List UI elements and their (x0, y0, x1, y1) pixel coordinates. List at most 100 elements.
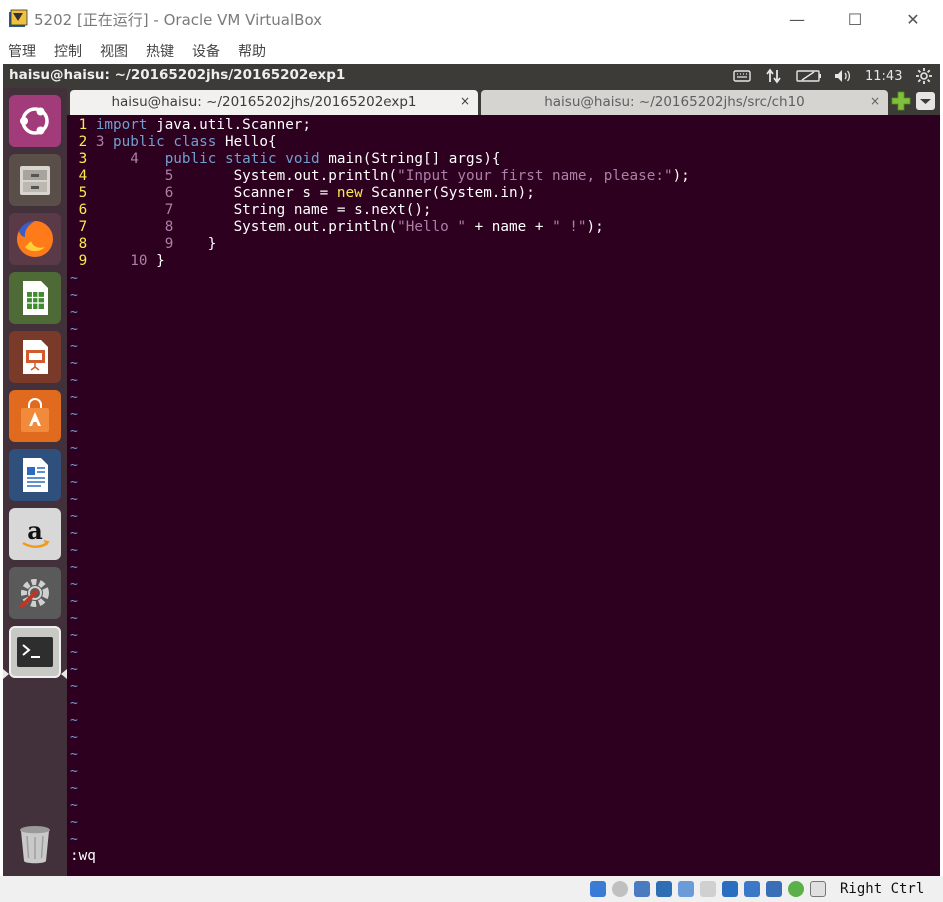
guest-display[interactable]: haisu@haisu: ~/20165202jhs/20165202exp1 … (3, 64, 940, 876)
guest-additions-icon[interactable] (788, 881, 804, 897)
new-tab-plus-icon[interactable] (891, 91, 911, 111)
code-line: 9 10 } (70, 253, 165, 270)
ubuntu-logo-icon (20, 107, 49, 135)
empty-line-marker: ~ (70, 441, 78, 456)
code-token: ); (586, 219, 604, 235)
code-token: 6 (95, 185, 234, 201)
code-token: String name = s.next(); (233, 202, 432, 218)
trash-launcher[interactable] (9, 818, 61, 870)
code-line: 3 4 public static void main(String[] arg… (70, 151, 501, 168)
tab-ch10-close-icon[interactable]: × (870, 94, 880, 108)
line-number: 8 (70, 236, 96, 252)
code-token: Scanner s = (233, 185, 337, 201)
audio-icon[interactable] (634, 881, 650, 897)
shared-folders-icon[interactable] (700, 881, 716, 897)
amazon-launcher[interactable]: a (9, 508, 61, 560)
empty-line-marker: ~ (70, 611, 78, 626)
empty-line-marker: ~ (70, 288, 78, 303)
virtualbox-statusbar: Right Ctrl (0, 876, 943, 902)
empty-line-marker: ~ (70, 815, 78, 830)
menu-devices[interactable]: 设备 (192, 41, 220, 61)
close-icon: ✕ (906, 9, 920, 29)
presentation-icon (23, 340, 48, 374)
cpu-icon[interactable] (766, 881, 782, 897)
code-token: } (199, 236, 217, 252)
code-token: 5 (95, 168, 234, 184)
empty-line-marker: ~ (70, 781, 78, 796)
empty-line-marker: ~ (70, 594, 78, 609)
files-launcher[interactable] (9, 154, 61, 206)
display-icon[interactable] (722, 881, 738, 897)
tab-ch10[interactable]: haisu@haisu: ~/20165202jhs/src/ch10 × (481, 90, 888, 115)
code-token: static (224, 151, 277, 167)
terminal-vim-buffer[interactable]: 1 import java.util.Scanner; 2 3 public c… (67, 115, 940, 876)
ubuntu-software-launcher[interactable] (9, 390, 61, 442)
code-line: 1 import java.util.Scanner; (70, 117, 311, 134)
optical-drive-icon[interactable] (612, 881, 628, 897)
usb-icon[interactable] (678, 881, 694, 897)
mouse-integration-icon[interactable] (810, 881, 826, 897)
hard-disk-icon[interactable] (590, 881, 606, 897)
spreadsheet-icon (23, 281, 48, 315)
system-settings-launcher[interactable] (9, 567, 61, 619)
code-token: void (285, 151, 320, 167)
battery-icon[interactable] (796, 67, 822, 85)
code-token: System.out.println( (233, 168, 398, 184)
empty-line-marker: ~ (70, 356, 78, 371)
maximize-button[interactable]: ☐ (826, 0, 884, 38)
empty-line-marker: ~ (70, 747, 78, 762)
shopping-bag-icon (21, 398, 49, 432)
empty-line-marker: ~ (70, 543, 78, 558)
code-token: " !" (552, 219, 587, 235)
code-token: Hello{ (216, 134, 277, 150)
libreoffice-impress-launcher[interactable] (9, 331, 61, 383)
close-button[interactable]: ✕ (884, 0, 942, 38)
terminal-launcher[interactable] (9, 626, 61, 678)
menu-manage[interactable]: 管理 (8, 41, 36, 61)
firefox-launcher[interactable] (9, 213, 61, 265)
window-titlebar: 5202 [正在运行] - Oracle VM VirtualBox — ☐ ✕ (0, 0, 943, 38)
libreoffice-writer-launcher[interactable] (9, 449, 61, 501)
video-capture-icon[interactable] (744, 881, 760, 897)
empty-line-marker: ~ (70, 645, 78, 660)
tab-exp1[interactable]: haisu@haisu: ~/20165202jhs/20165202exp1 … (70, 90, 478, 115)
svg-text:a: a (27, 516, 43, 545)
ubuntu-dash-button[interactable] (9, 95, 61, 147)
menu-view[interactable]: 视图 (100, 41, 128, 61)
code-token: 10 (95, 253, 157, 269)
volume-icon[interactable] (833, 67, 853, 85)
menu-hotkeys[interactable]: 热键 (146, 41, 174, 61)
empty-line-marker: ~ (70, 832, 78, 847)
line-number: 9 (70, 253, 96, 269)
code-token: public (113, 134, 165, 150)
host-key-label: Right Ctrl (840, 881, 925, 897)
tab-list-dropdown-button[interactable] (916, 92, 935, 110)
empty-line-marker: ~ (70, 339, 78, 354)
code-line: 2 3 public class Hello{ (70, 134, 277, 151)
code-token: Scanner(System.in); (362, 185, 535, 201)
empty-line-marker: ~ (70, 373, 78, 388)
tab-exp1-close-icon[interactable]: × (460, 94, 470, 108)
settings-wrench-icon (20, 579, 49, 608)
line-number: 3 (70, 151, 96, 167)
empty-line-marker: ~ (70, 526, 78, 541)
code-line: 8 9 } (70, 236, 217, 253)
system-gear-icon[interactable] (915, 67, 933, 85)
unity-launcher: a (3, 88, 68, 876)
network-updown-icon[interactable] (765, 67, 783, 85)
minimize-icon: — (789, 9, 805, 29)
code-token: ); (672, 168, 690, 184)
libreoffice-calc-launcher[interactable] (9, 272, 61, 324)
code-token: 7 (95, 202, 234, 218)
code-token: + name + (465, 219, 553, 235)
minimize-button[interactable]: — (768, 0, 826, 38)
code-token: main(String[] args){ (319, 151, 501, 167)
menu-help[interactable]: 帮助 (238, 41, 266, 61)
chevron-down-icon (920, 99, 931, 104)
empty-line-marker: ~ (70, 628, 78, 643)
panel-clock[interactable]: 11:43 (865, 67, 902, 85)
menu-control[interactable]: 控制 (54, 41, 82, 61)
network-adapter-icon[interactable] (656, 881, 672, 897)
keyboard-icon[interactable] (733, 67, 751, 85)
